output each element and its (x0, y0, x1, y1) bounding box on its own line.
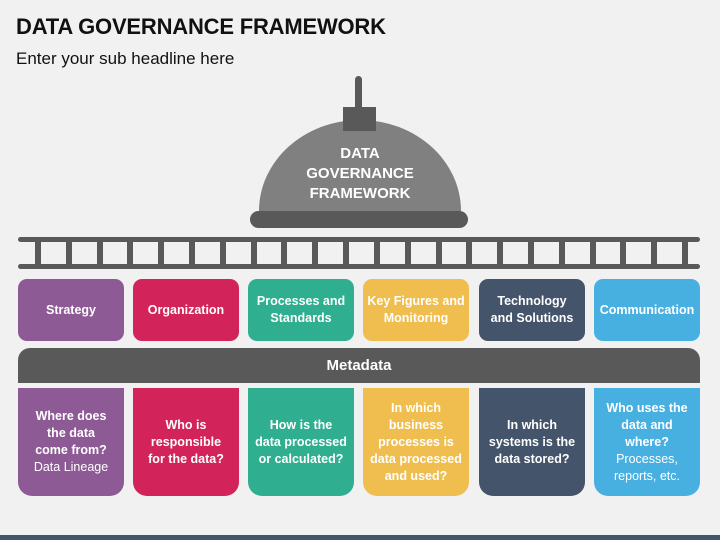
ladder-rung (620, 239, 627, 267)
question-card: How is the data processed or calculated? (248, 388, 354, 496)
question-card: In which business processes is data proc… (363, 388, 469, 496)
question-text: In which business processes is data proc… (370, 400, 462, 483)
ladder-rung (497, 239, 504, 267)
pillar-label: Key Figures and Monitoring (367, 294, 465, 325)
pillar-card: Organization (133, 279, 239, 341)
ladder-rung (527, 239, 534, 267)
ladder-rung (682, 239, 688, 267)
metadata-bar: Metadata (18, 348, 700, 383)
ladder-rung (281, 239, 288, 267)
ladder-rung (96, 239, 103, 267)
question-text: How is the data processed or calculated? (255, 417, 347, 466)
ladder-rung (189, 239, 196, 267)
pillar-label: Technology and Solutions (490, 294, 574, 325)
pillar-label: Communication (599, 302, 695, 317)
ladder-rung (589, 239, 596, 267)
ladder-rung (312, 239, 319, 267)
question-card: In which systems is the data stored? (479, 388, 585, 496)
dome-handle-cap (343, 107, 376, 131)
pillar-card: Key Figures and Monitoring (363, 279, 469, 341)
question-card: Who is responsible for the data? (133, 388, 239, 496)
dome-base (250, 211, 468, 228)
page-title: DATA GOVERNANCE FRAMEWORK (16, 14, 386, 39)
ladder-rung (127, 239, 134, 267)
ladder-rung (65, 239, 72, 267)
ladder-rung (343, 239, 350, 267)
ladder-rung (373, 239, 380, 267)
question-note: Data Lineage (33, 460, 109, 474)
ladder-rung (558, 239, 565, 267)
question-text: Who uses the data and where? (606, 400, 688, 449)
pillar-card: Processes and Standards (248, 279, 354, 341)
question-card: Where does the data come from? Data Linea… (18, 388, 124, 496)
ladder-rung (158, 239, 165, 267)
ladder-rung (435, 239, 442, 267)
ladder-rung (250, 239, 257, 267)
pillar-card: Technology and Solutions (479, 279, 585, 341)
ladder-rung (404, 239, 411, 267)
question-card: Who uses the data and where? Processes, r… (594, 388, 700, 496)
dome-label-line: GOVERNANCE (306, 165, 414, 182)
pillar-label: Processes and Standards (256, 294, 346, 325)
ladder-top-rail (18, 237, 700, 242)
question-text: Where does the data come from? (35, 409, 107, 457)
pillar-card: Communication (594, 279, 700, 341)
pillar-label: Organization (147, 302, 225, 317)
dome-label-line: DATA (340, 145, 380, 162)
footer-bar (0, 535, 720, 540)
ladder-rung (219, 239, 226, 267)
question-note: Processes, reports, etc. (614, 451, 680, 483)
dome-label-line: FRAMEWORK (309, 185, 411, 202)
dome-label: DATA GOVERNANCE FRAMEWORK (259, 144, 461, 204)
ladder-bottom-rail (18, 264, 700, 269)
ladder-rung (466, 239, 473, 267)
page-subtitle: Enter your sub headline here (16, 49, 235, 68)
question-text: In which systems is the data stored? (488, 417, 576, 466)
ladder-rung (651, 239, 658, 267)
pillar-label: Strategy (45, 302, 97, 317)
pillar-card: Strategy (18, 279, 124, 341)
ladder-rung (35, 239, 41, 267)
question-text: Who is responsible for the data? (148, 417, 224, 466)
